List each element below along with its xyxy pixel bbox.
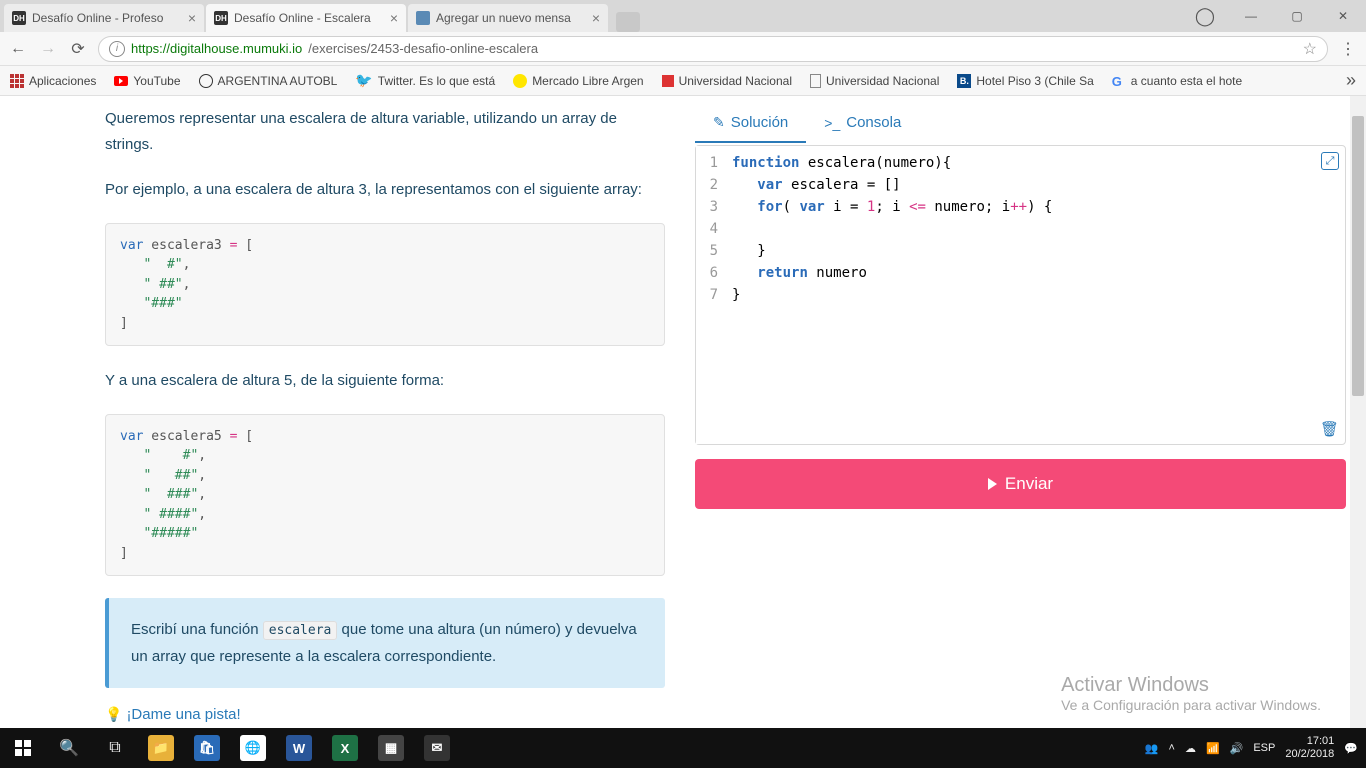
expand-icon[interactable]: ⤢ (1321, 152, 1339, 170)
favicon-icon (416, 11, 430, 25)
site-info-icon[interactable]: i (109, 41, 125, 57)
pencil-icon: ✎ (713, 114, 725, 131)
tab-close-icon[interactable]: × (188, 10, 196, 26)
globe-icon (199, 74, 213, 88)
taskbar-app-store[interactable]: 🛍 (184, 728, 230, 768)
taskbar: 🔍 ⧉ 📁 🛍 🌐 W X ▦ ✉ 👥 ˄ ☁ 📶 🔊 ESP 17:01 20… (0, 728, 1366, 768)
bookmarks-bar: Aplicaciones YouTube ARGENTINA AUTOBL 🐦T… (0, 66, 1366, 96)
site-icon (662, 75, 674, 87)
tray-people-icon[interactable]: 👥 (1145, 742, 1159, 755)
taskbar-app-chrome[interactable]: 🌐 (230, 728, 276, 768)
maximize-button[interactable]: ▢ (1274, 0, 1320, 32)
tab-title: Desafío Online - Profeso (32, 11, 163, 25)
paragraph: Por ejemplo, a una escalera de altura 3,… (105, 177, 665, 203)
address-bar: ← → ⟳ i https://digitalhouse.mumuki.io/e… (0, 32, 1366, 66)
bookmark-star-icon[interactable]: ☆ (1303, 39, 1317, 59)
inline-code: escalera (263, 621, 338, 640)
browser-tab-0[interactable]: DH Desafío Online - Profeso × (4, 4, 204, 32)
url-field[interactable]: i https://digitalhouse.mumuki.io/exercis… (98, 36, 1328, 62)
close-window-button[interactable]: ✕ (1320, 0, 1366, 32)
minimize-button[interactable]: — (1228, 0, 1274, 32)
system-tray: 👥 ˄ ☁ 📶 🔊 ESP 17:01 20/2/2018 💬 (1145, 735, 1366, 761)
code-editor[interactable]: 1234567 function escalera(numero){ var e… (695, 145, 1346, 445)
bookmark-universidad-1[interactable]: Universidad Nacional (662, 74, 792, 88)
favicon-icon: DH (12, 11, 26, 25)
tray-up-icon[interactable]: ˄ (1169, 742, 1175, 754)
submit-button[interactable]: Enviar (695, 459, 1346, 509)
windows-watermark: Activar Windows Ve a Configuración para … (1061, 674, 1321, 713)
play-icon (988, 478, 997, 490)
tab-close-icon[interactable]: × (592, 10, 600, 26)
google-icon: G (1112, 74, 1126, 88)
twitter-icon: 🐦 (355, 72, 372, 89)
tray-onedrive-icon[interactable]: ☁ (1185, 742, 1196, 755)
start-button[interactable] (0, 728, 46, 768)
instruction-box: Escribí una función escalera que tome un… (105, 598, 665, 688)
bookmark-argentina[interactable]: ARGENTINA AUTOBL (199, 74, 338, 88)
mercadolibre-icon (513, 74, 527, 88)
reload-button[interactable]: ⟳ (68, 39, 88, 59)
browser-tab-strip: DH Desafío Online - Profeso × DH Desafío… (0, 0, 1366, 32)
paragraph: Queremos representar una escalera de alt… (105, 106, 665, 157)
bookmark-youtube[interactable]: YouTube (114, 74, 180, 88)
back-button[interactable]: ← (8, 39, 28, 59)
taskbar-clock[interactable]: 17:01 20/2/2018 (1285, 735, 1334, 761)
terminal-icon: >_ (824, 115, 840, 131)
window-controls: ◯ — ▢ ✕ (1182, 0, 1366, 32)
youtube-icon (114, 76, 128, 86)
tab-title: Desafío Online - Escalera (234, 11, 371, 25)
bookmark-google[interactable]: Ga cuanto esta el hote (1112, 74, 1242, 88)
hint-link[interactable]: 💡¡Dame una pista! (105, 706, 665, 723)
editor-tabs: ✎Solución >_Consola (695, 104, 1346, 143)
taskbar-app-calculator[interactable]: ▦ (368, 728, 414, 768)
favicon-icon: DH (214, 11, 228, 25)
browser-tab-2[interactable]: Agregar un nuevo mensa × (408, 4, 608, 32)
url-host: https://digitalhouse.mumuki.io (131, 41, 302, 56)
scroll-thumb[interactable] (1352, 116, 1364, 396)
tray-language[interactable]: ESP (1253, 742, 1275, 754)
line-gutter: 1234567 (696, 146, 724, 444)
problem-description: Queremos representar una escalera de alt… (105, 96, 665, 728)
taskbar-app-word[interactable]: W (276, 728, 322, 768)
tab-consola[interactable]: >_Consola (806, 104, 919, 143)
bookmark-universidad-2[interactable]: Universidad Nacional (810, 74, 939, 88)
tray-notifications-icon[interactable]: 💬 (1344, 742, 1358, 755)
taskbar-app-excel[interactable]: X (322, 728, 368, 768)
bookmarks-overflow-button[interactable]: » (1346, 70, 1356, 91)
booking-icon: B. (957, 74, 971, 88)
file-icon (810, 74, 821, 88)
page-content: Queremos representar una escalera de alt… (0, 96, 1366, 728)
chrome-menu-button[interactable]: ⋮ (1338, 39, 1358, 59)
watermark-title: Activar Windows (1061, 674, 1321, 697)
tab-close-icon[interactable]: × (390, 10, 398, 26)
code-example-5: var escalera5 = [ " #", " ##", " ###", "… (105, 414, 665, 577)
tray-wifi-icon[interactable]: 📶 (1206, 742, 1220, 755)
url-path: /exercises/2453-desafio-online-escalera (308, 41, 538, 56)
tab-solucion[interactable]: ✎Solución (695, 104, 806, 143)
vertical-scrollbar[interactable] (1350, 96, 1366, 728)
task-view-button[interactable]: ⧉ (92, 728, 138, 768)
tab-title: Agregar un nuevo mensa (436, 11, 571, 25)
profile-icon[interactable]: ◯ (1182, 0, 1228, 32)
taskbar-app-mail[interactable]: ✉ (414, 728, 460, 768)
paragraph: Y a una escalera de altura 5, de la sigu… (105, 368, 665, 394)
bookmark-mercadolibre[interactable]: Mercado Libre Argen (513, 74, 643, 88)
search-button[interactable]: 🔍 (46, 728, 92, 768)
watermark-subtitle: Ve a Configuración para activar Windows. (1061, 697, 1321, 713)
trash-icon[interactable]: 🗑 (1320, 420, 1339, 438)
new-tab-button[interactable] (616, 12, 640, 32)
browser-tab-1[interactable]: DH Desafío Online - Escalera × (206, 4, 406, 32)
code-area[interactable]: function escalera(numero){ var escalera … (724, 146, 1345, 444)
lightbulb-icon: 💡 (105, 706, 122, 723)
taskbar-app-explorer[interactable]: 📁 (138, 728, 184, 768)
forward-button[interactable]: → (38, 39, 58, 59)
bookmark-twitter[interactable]: 🐦Twitter. Es lo que está (355, 72, 495, 89)
tray-volume-icon[interactable]: 🔊 (1230, 742, 1244, 755)
editor-panel: ✎Solución >_Consola 1234567 function esc… (695, 96, 1346, 728)
code-example-3: var escalera3 = [ " #", " ##", "###" ] (105, 223, 665, 347)
apps-button[interactable]: Aplicaciones (10, 74, 96, 88)
bookmark-hotel[interactable]: B.Hotel Piso 3 (Chile Sa (957, 74, 1093, 88)
